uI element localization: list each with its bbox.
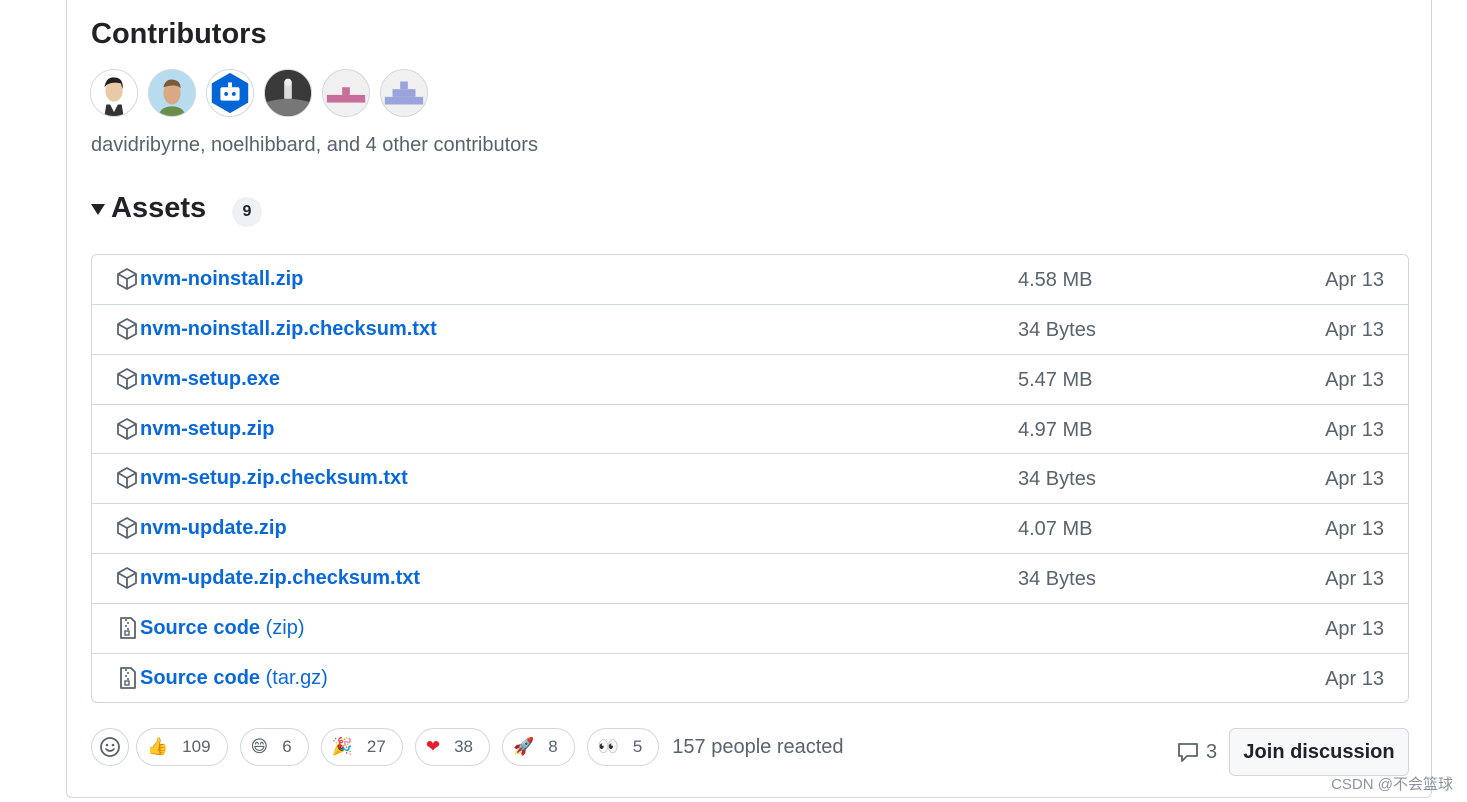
asset-link[interactable]: nvm-noinstall.zip: [140, 268, 303, 291]
package-icon: [117, 318, 137, 340]
reaction-laugh[interactable]: 😄 6: [239, 728, 309, 766]
smiley-icon: [100, 737, 120, 757]
reaction-thumbs-up[interactable]: 👍 109: [136, 728, 228, 766]
asset-row: nvm-setup.zip 4.97 MB Apr 13: [92, 403, 1408, 454]
asset-date: Apr 13: [1325, 468, 1384, 491]
reaction-eyes[interactable]: 👀 5: [586, 728, 660, 766]
asset-list: nvm-noinstall.zip 4.58 MB Apr 13 nvm-noi…: [91, 254, 1409, 704]
avatar[interactable]: [322, 69, 370, 117]
asset-row: nvm-update.zip.checksum.txt 34 Bytes Apr…: [92, 552, 1408, 603]
assets-title: Assets: [111, 192, 207, 224]
watermark: CSDN @不会篮球: [1331, 776, 1453, 793]
asset-size: 5.47 MB: [1018, 368, 1093, 391]
contributor-avatars: [90, 69, 428, 117]
join-discussion-button[interactable]: Join discussion: [1229, 728, 1409, 776]
asset-row: nvm-setup.exe 5.47 MB Apr 13: [92, 353, 1408, 404]
reaction-count: 109: [182, 737, 211, 756]
asset-link[interactable]: nvm-noinstall.zip.checksum.txt: [140, 318, 437, 341]
asset-row: Source code (zip) Apr 13: [92, 602, 1408, 653]
reaction-rocket[interactable]: 🚀 8: [502, 728, 575, 766]
avatar[interactable]: [148, 69, 196, 117]
heart-icon: ❤: [425, 737, 441, 757]
caret-down-icon: [91, 204, 105, 215]
asset-date: Apr 13: [1325, 368, 1384, 391]
contributors-title: Contributors: [91, 18, 267, 50]
avatar[interactable]: [380, 69, 428, 117]
party-popper-icon: 🎉: [331, 737, 353, 757]
contributors-summary: davidribyrne, noelhibbard, and 4 other c…: [91, 134, 538, 156]
asset-date: Apr 13: [1325, 518, 1384, 541]
reaction-count: 5: [632, 737, 643, 756]
asset-date: Apr 13: [1325, 418, 1384, 441]
assets-count-badge: 9: [232, 197, 262, 227]
asset-link[interactable]: Source code (zip): [140, 617, 305, 640]
asset-link[interactable]: nvm-update.zip.checksum.txt: [140, 567, 420, 590]
asset-size: 4.97 MB: [1018, 418, 1093, 441]
comment-count: 3: [1206, 740, 1218, 763]
assets-toggle[interactable]: Assets: [91, 192, 206, 225]
comments-link[interactable]: 3: [1176, 740, 1217, 764]
asset-link[interactable]: nvm-setup.exe: [140, 368, 280, 391]
asset-row: Source code (tar.gz) Apr 13: [92, 652, 1408, 703]
asset-link[interactable]: nvm-setup.zip: [140, 418, 274, 441]
reaction-heart[interactable]: ❤ 38: [414, 728, 491, 766]
reaction-hooray[interactable]: 🎉 27: [320, 728, 403, 766]
eyes-icon: 👀: [597, 737, 619, 757]
package-icon: [117, 567, 137, 589]
reaction-count: 6: [282, 737, 292, 756]
reaction-count: 27: [366, 737, 386, 756]
comment-icon: [1178, 743, 1198, 762]
reactions-bar: 👍 109 😄 6 🎉 27 ❤ 38 🚀 8 👀 5 157 people reacted: [91, 728, 844, 766]
asset-size: 34 Bytes: [1018, 468, 1096, 491]
package-icon: [117, 517, 137, 540]
reaction-count: 8: [548, 737, 558, 756]
asset-row: nvm-noinstall.zip 4.58 MB Apr 13: [92, 255, 1408, 304]
avatar[interactable]: [264, 69, 312, 117]
asset-date: Apr 13: [1325, 617, 1384, 640]
reaction-count: 38: [454, 737, 474, 756]
asset-link[interactable]: nvm-update.zip: [140, 517, 287, 540]
asset-size: 34 Bytes: [1018, 319, 1096, 341]
avatar[interactable]: [90, 69, 138, 117]
file-zip-icon: [120, 666, 136, 689]
file-zip-icon: [120, 616, 136, 639]
thumbs-up-icon: 👍: [147, 737, 169, 757]
asset-link[interactable]: Source code (tar.gz): [140, 667, 328, 690]
package-icon: [117, 367, 137, 390]
asset-date: Apr 13: [1325, 269, 1384, 291]
package-icon: [117, 417, 137, 440]
asset-date: Apr 13: [1325, 319, 1384, 341]
asset-date: Apr 13: [1325, 667, 1384, 690]
package-icon: [117, 467, 137, 490]
asset-row: nvm-update.zip 4.07 MB Apr 13: [92, 503, 1408, 553]
asset-row: nvm-setup.zip.checksum.txt 34 Bytes Apr …: [92, 453, 1408, 503]
asset-row: nvm-noinstall.zip.checksum.txt 34 Bytes …: [92, 304, 1408, 354]
asset-size: 34 Bytes: [1018, 567, 1096, 590]
asset-size: 4.07 MB: [1018, 518, 1093, 541]
asset-link[interactable]: nvm-setup.zip.checksum.txt: [140, 467, 408, 490]
asset-size: 4.58 MB: [1018, 269, 1093, 291]
asset-date: Apr 13: [1325, 567, 1384, 590]
avatar[interactable]: [206, 69, 254, 117]
package-icon: [117, 268, 137, 290]
add-reaction-button[interactable]: [91, 728, 129, 766]
reactions-summary: 157 people reacted: [672, 735, 844, 758]
laugh-icon: 😄: [250, 737, 269, 757]
rocket-icon: 🚀: [513, 737, 535, 757]
